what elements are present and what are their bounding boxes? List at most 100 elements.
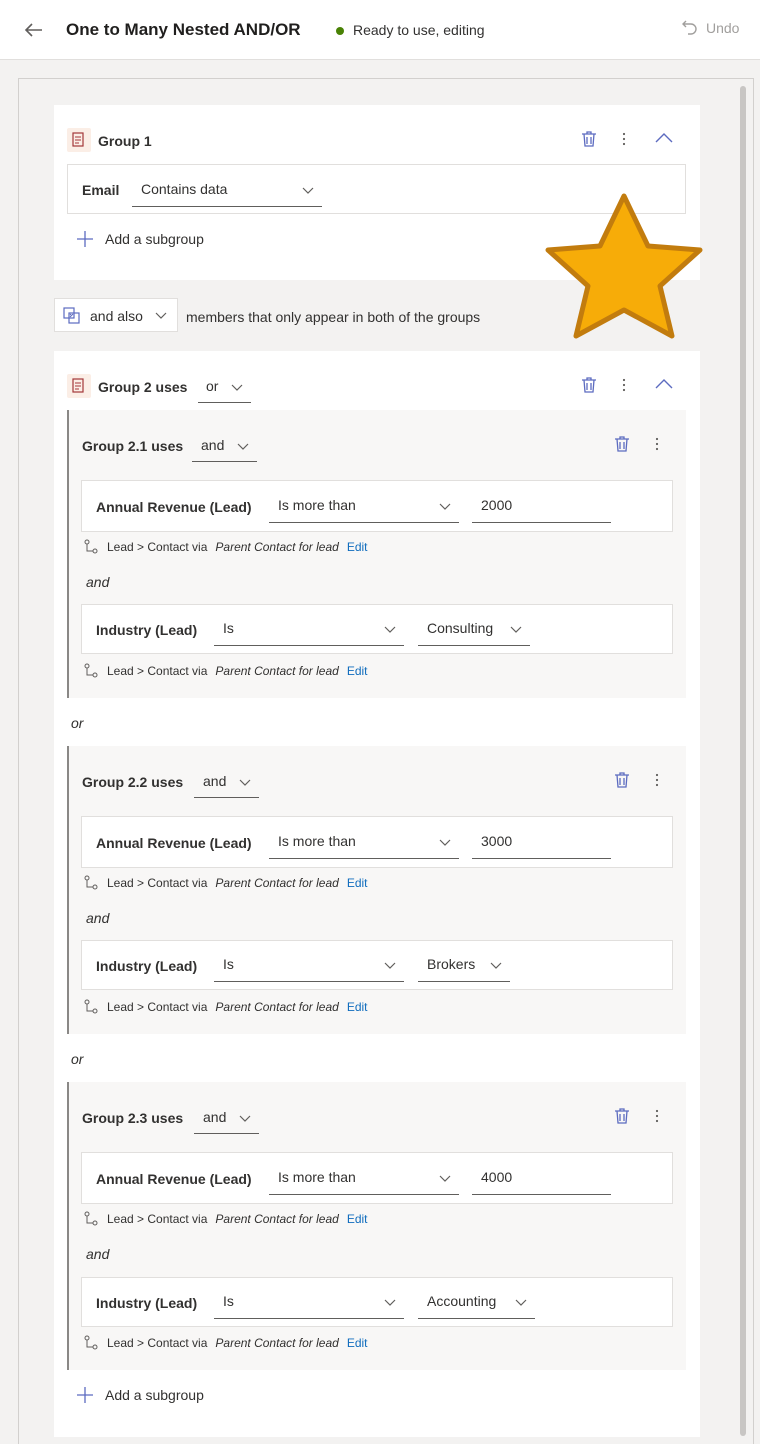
subgroup-joiner: or <box>71 715 84 731</box>
edit-relationship-link[interactable]: Edit <box>347 876 368 890</box>
chevron-down-icon <box>237 443 249 450</box>
add-subgroup-button[interactable]: Add a subgroup <box>75 229 204 249</box>
more-options-icon[interactable] <box>647 1106 667 1126</box>
attribute-label: Email <box>82 182 120 198</box>
star-icon <box>545 193 703 339</box>
add-subgroup-label: Add a subgroup <box>105 1387 204 1403</box>
group-2-card: Group 2 uses or Group 2.1 uses and Annua… <box>54 351 700 1437</box>
operator-dropdown[interactable]: Is more than <box>269 825 459 859</box>
chevron-down-icon <box>439 1175 451 1182</box>
value-input[interactable]: 2000 <box>472 489 611 523</box>
edit-relationship-link[interactable]: Edit <box>347 1336 368 1350</box>
relationship-path: Lead > Contact via Parent Contact for le… <box>83 663 368 679</box>
subgroup-operator-dropdown[interactable]: and <box>192 430 257 462</box>
edit-relationship-link[interactable]: Edit <box>347 1000 368 1014</box>
attribute-label: Annual Revenue (Lead) <box>96 1171 252 1187</box>
add-subgroup-label: Add a subgroup <box>105 231 204 247</box>
attribute-label: Industry (Lead) <box>96 1295 198 1311</box>
undo-label: Undo <box>706 20 740 36</box>
more-options-icon[interactable] <box>647 434 667 454</box>
value-text: 3000 <box>481 833 513 849</box>
condition-row: Industry (Lead) Is Brokers <box>81 940 673 990</box>
connector-value: and also <box>90 308 143 324</box>
operator-dropdown[interactable]: Is more than <box>269 1161 459 1195</box>
subgroup-joiner: or <box>71 1051 84 1067</box>
subgroup-title: Group 2.3 uses <box>82 1110 184 1126</box>
value-text: 4000 <box>481 1169 513 1185</box>
condition-row: Industry (Lead) Is Consulting <box>81 604 673 654</box>
operator-value: Is more than <box>278 497 356 513</box>
group-connector-dropdown[interactable]: and also <box>54 298 178 332</box>
chevron-down-icon <box>239 779 251 786</box>
delete-icon[interactable] <box>612 434 632 454</box>
attribute-label: Annual Revenue (Lead) <box>96 835 252 851</box>
connector-description: members that only appear in both of the … <box>186 309 481 325</box>
attribute-label: Industry (Lead) <box>96 958 198 974</box>
value-dropdown[interactable]: Accounting <box>418 1285 535 1319</box>
group-2-operator-dropdown[interactable]: or <box>198 371 251 403</box>
condition-joiner: and <box>86 574 110 590</box>
collapse-chevron-icon[interactable] <box>654 129 674 149</box>
operator-value: Is more than <box>278 833 356 849</box>
relationship-via: Parent Contact for lead <box>215 1336 339 1350</box>
more-options-icon[interactable] <box>614 375 634 395</box>
chevron-down-icon <box>231 384 243 391</box>
chevron-down-icon <box>439 503 451 510</box>
value-input[interactable]: 3000 <box>472 825 611 859</box>
relationship-icon <box>84 663 98 678</box>
relationship-icon <box>84 539 98 554</box>
operator-dropdown[interactable]: Is <box>214 1285 404 1319</box>
subgroup-operator-dropdown[interactable]: and <box>194 1102 259 1134</box>
undo-button[interactable]: Undo <box>680 18 739 38</box>
value-dropdown[interactable]: Consulting <box>418 612 530 646</box>
group-segment-icon <box>67 374 91 398</box>
more-options-icon[interactable] <box>647 770 667 790</box>
group-1-title: Group 1 <box>98 133 152 149</box>
condition-row: Annual Revenue (Lead) Is more than 4000 <box>81 1152 673 1204</box>
relationship-icon <box>84 999 98 1014</box>
condition-joiner: and <box>86 910 110 926</box>
chevron-down-icon <box>384 1299 396 1306</box>
relationship-text: Lead > Contact via <box>107 1336 208 1350</box>
relationship-via: Parent Contact for lead <box>215 1000 339 1014</box>
more-options-icon[interactable] <box>614 129 634 149</box>
delete-icon[interactable] <box>612 770 632 790</box>
relationship-text: Lead > Contact via <box>107 1212 208 1226</box>
operator-value: Is <box>223 1293 234 1309</box>
group-segment-icon <box>67 128 91 152</box>
chevron-down-icon <box>490 962 502 969</box>
delete-icon[interactable] <box>579 375 599 395</box>
condition-joiner: and <box>86 1246 110 1262</box>
value-dropdown[interactable]: Brokers <box>418 948 510 982</box>
value-input[interactable]: 4000 <box>472 1161 611 1195</box>
back-button[interactable] <box>20 16 48 44</box>
subgroup-2-1: Group 2.1 uses and Annual Revenue (Lead)… <box>67 410 686 698</box>
add-subgroup-button[interactable]: Add a subgroup <box>75 1385 204 1405</box>
operator-dropdown[interactable]: Contains data <box>132 172 322 207</box>
relationship-path: Lead > Contact via Parent Contact for le… <box>83 999 368 1015</box>
relationship-text: Lead > Contact via <box>107 876 208 890</box>
operator-dropdown[interactable]: Is more than <box>269 489 459 523</box>
subgroup-operator-value: and <box>203 773 227 789</box>
subgroup-operator-dropdown[interactable]: and <box>194 766 259 798</box>
operator-dropdown[interactable]: Is <box>214 948 404 982</box>
relationship-icon <box>84 1335 98 1350</box>
edit-relationship-link[interactable]: Edit <box>347 540 368 554</box>
relationship-path: Lead > Contact via Parent Contact for le… <box>83 1335 368 1351</box>
scrollbar[interactable] <box>740 86 746 1436</box>
relationship-via: Parent Contact for lead <box>215 664 339 678</box>
attribute-label: Annual Revenue (Lead) <box>96 499 252 515</box>
intersect-icon <box>63 307 80 324</box>
plus-icon <box>77 231 93 247</box>
back-arrow-icon <box>24 23 42 37</box>
delete-icon[interactable] <box>612 1106 632 1126</box>
chevron-down-icon <box>384 626 396 633</box>
collapse-chevron-icon[interactable] <box>654 375 674 395</box>
relationship-via: Parent Contact for lead <box>215 540 339 554</box>
condition-row: Industry (Lead) Is Accounting <box>81 1277 673 1327</box>
edit-relationship-link[interactable]: Edit <box>347 1212 368 1226</box>
status-dot-icon <box>336 27 344 35</box>
edit-relationship-link[interactable]: Edit <box>347 664 368 678</box>
operator-dropdown[interactable]: Is <box>214 612 404 646</box>
delete-icon[interactable] <box>579 129 599 149</box>
